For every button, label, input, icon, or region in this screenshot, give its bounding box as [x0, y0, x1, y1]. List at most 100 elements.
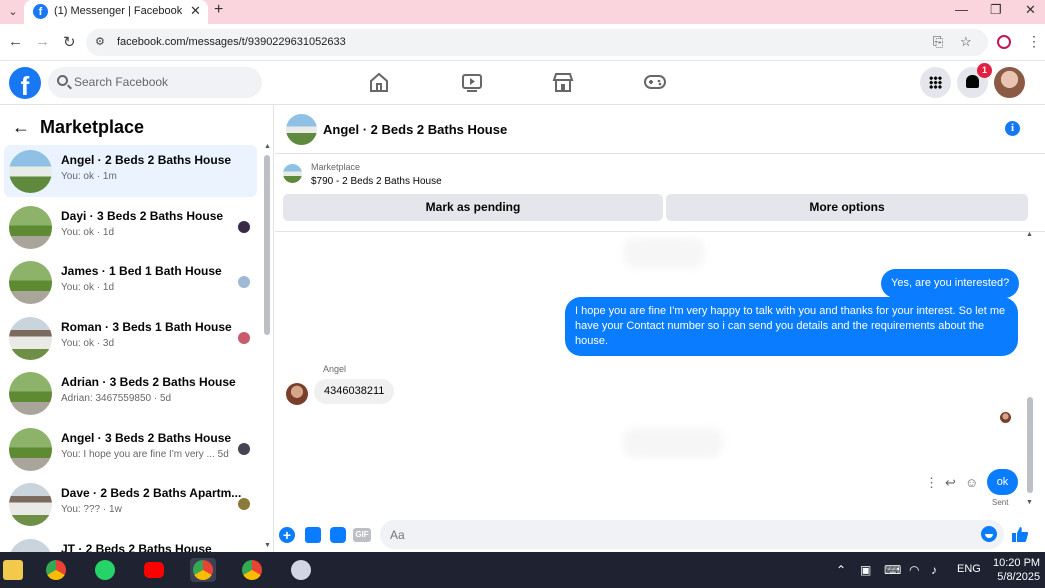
gif-icon[interactable]: GIF [353, 528, 371, 542]
profile-icon[interactable] [997, 35, 1011, 49]
menu-button[interactable] [920, 67, 951, 98]
chat-listing-thumbnail[interactable] [286, 114, 317, 145]
back-icon[interactable]: ← [8, 33, 23, 50]
chat-header: Angel · 2 Beds 2 Baths House i [275, 105, 1045, 154]
scroll-up-arrow-icon[interactable]: ▲ [264, 143, 271, 150]
conversation-item[interactable]: James · 1 Bed 1 Bath House You: ok · 1d [4, 256, 257, 308]
reply-icon[interactable]: ↩ [945, 475, 956, 491]
conversation-name: JT · 2 Beds 2 Baths House [61, 542, 212, 552]
more-actions-icon[interactable]: ⋮ [925, 475, 938, 491]
conversation-item[interactable]: Angel · 3 Beds 2 Baths House You: I hope… [4, 423, 257, 475]
listing-small-thumbnail [283, 164, 302, 183]
react-icon[interactable]: ☺ [965, 475, 978, 490]
app-icon[interactable] [288, 558, 314, 582]
youtube-icon[interactable] [141, 558, 167, 582]
back-arrow-icon[interactable]: ← [12, 117, 30, 138]
conversation-item[interactable]: Angel · 2 Beds 2 Baths House You: ok · 1… [4, 145, 257, 197]
conversation-preview: Adrian: 3467559850 · 5d [61, 393, 172, 404]
conversation-preview: You: ??? · 1w [61, 504, 122, 515]
facebook-logo-icon[interactable]: f [9, 67, 41, 99]
browser-tab[interactable]: f (1) Messenger | Facebook ✕ [24, 0, 208, 24]
listing-thumbnail [9, 317, 52, 360]
conversation-item[interactable]: Dave · 2 Beds 2 Baths Apartm... You: ???… [4, 478, 257, 530]
language-indicator[interactable]: ENG [957, 563, 981, 575]
gaming-icon[interactable] [643, 71, 667, 93]
conversation-item[interactable]: Dayi · 3 Beds 2 Baths House You: ok · 1d [4, 201, 257, 253]
account-avatar[interactable] [994, 67, 1025, 98]
blurred-message [623, 428, 723, 458]
meet-now-icon[interactable]: ▣ [860, 563, 871, 577]
forward-icon[interactable]: → [35, 33, 50, 50]
input-method-icon[interactable]: ⌨ [884, 563, 901, 577]
wifi-icon[interactable]: ◠ [909, 563, 919, 577]
sticker-icon[interactable] [330, 527, 346, 543]
minimize-icon[interactable]: — [955, 2, 968, 17]
message-input[interactable] [380, 520, 1004, 549]
conversation-item[interactable]: Adrian · 3 Beds 2 Baths House Adrian: 34… [4, 367, 257, 419]
chat-panel: Angel · 2 Beds 2 Baths House i Marketpla… [275, 105, 1045, 552]
conversation-name: Dave · 2 Beds 2 Baths Apartm... [61, 486, 242, 500]
marketplace-label: Marketplace [311, 162, 361, 172]
conversation-item[interactable]: Roman · 3 Beds 1 Bath House You: ok · 3d [4, 312, 257, 364]
omnibox[interactable]: ⚙ facebook.com/messages/t/93902296310526… [86, 29, 988, 56]
system-clock[interactable]: 10:20 PM 5/8/2025 [993, 556, 1040, 584]
video-icon[interactable] [460, 71, 484, 93]
conversation-name: Adrian · 3 Beds 2 Baths House [61, 375, 236, 389]
tab-close-icon[interactable]: ✕ [190, 3, 201, 19]
reload-icon[interactable]: ↻ [63, 33, 76, 51]
mark-as-pending-button[interactable]: Mark as pending [283, 194, 663, 221]
search-placeholder: Search Facebook [74, 75, 169, 89]
info-icon[interactable]: i [1005, 121, 1020, 136]
new-tab-icon[interactable]: + [214, 1, 223, 19]
chat-title[interactable]: Angel · 2 Beds 2 Baths House [323, 122, 507, 137]
menu-grid-icon [929, 76, 942, 89]
sidebar-scrollbar[interactable] [264, 155, 270, 335]
bookmark-star-icon[interactable]: ☆ [960, 34, 972, 50]
chat-scrollbar[interactable] [1027, 397, 1033, 493]
outgoing-message: ok [987, 469, 1018, 495]
install-app-icon[interactable]: ⎘ [933, 34, 943, 50]
attach-image-icon[interactable] [305, 527, 321, 543]
marketplace-conversations-panel: ← Marketplace Angel · 2 Beds 2 Baths Hou… [0, 105, 274, 552]
show-hidden-icons-icon[interactable]: ⌃ [836, 563, 846, 577]
whatsapp-icon[interactable] [92, 558, 118, 582]
conversation-preview: You: ok · 3d [61, 338, 115, 349]
incoming-message: 4346038211 [314, 379, 395, 404]
sender-name: Angel [323, 364, 347, 374]
outgoing-message: Yes, are you interested? [881, 269, 1020, 298]
conversation-preview: You: ok · 1d [61, 282, 115, 293]
browser-menu-icon[interactable]: ⋮ [1027, 33, 1041, 50]
close-window-icon[interactable]: ✕ [1025, 2, 1036, 18]
thumbs-up-icon[interactable] [1011, 526, 1029, 543]
plus-icon[interactable]: + [279, 527, 295, 543]
chrome-profile-icon[interactable] [190, 558, 216, 582]
outgoing-message: I hope you are fine I'm very happy to ta… [565, 297, 1018, 356]
tab-search-icon[interactable]: ⌄ [4, 4, 22, 20]
maximize-icon[interactable]: ❐ [990, 2, 1002, 18]
sender-avatar[interactable] [286, 383, 308, 405]
file-explorer-icon[interactable] [0, 558, 26, 582]
more-options-button[interactable]: More options [666, 194, 1028, 221]
chrome-icon[interactable] [43, 558, 69, 582]
panel-title: Marketplace [40, 117, 145, 137]
chrome-profile-icon[interactable] [239, 558, 265, 582]
listing-thumbnail [9, 428, 52, 471]
scroll-up-arrow-icon[interactable]: ▲ [1026, 231, 1033, 238]
conversation-name: Dayi · 3 Beds 2 Baths House [61, 209, 224, 223]
marketplace-icon[interactable] [551, 71, 575, 93]
scroll-down-arrow-icon[interactable]: ▼ [1026, 499, 1033, 506]
search-bar[interactable]: Search Facebook [48, 67, 262, 98]
listing-thumbnail [9, 539, 52, 552]
tab-title: (1) Messenger | Facebook [54, 5, 183, 17]
notification-badge: 1 [977, 63, 992, 78]
conversation-item[interactable]: JT · 2 Beds 2 Baths House [4, 534, 257, 552]
scroll-down-arrow-icon[interactable]: ▼ [264, 542, 271, 549]
url-text: facebook.com/messages/t/9390229631052633 [117, 36, 346, 48]
home-icon[interactable] [367, 71, 391, 93]
listing-title[interactable]: $790 - 2 Beds 2 Baths House [311, 176, 442, 187]
conversation-name: Angel · 3 Beds 2 Baths House [61, 431, 232, 445]
emoji-icon[interactable] [981, 526, 997, 542]
volume-icon[interactable]: ♪ [931, 563, 937, 577]
seen-avatar [238, 443, 250, 455]
site-info-icon[interactable]: ⚙ [95, 35, 109, 49]
